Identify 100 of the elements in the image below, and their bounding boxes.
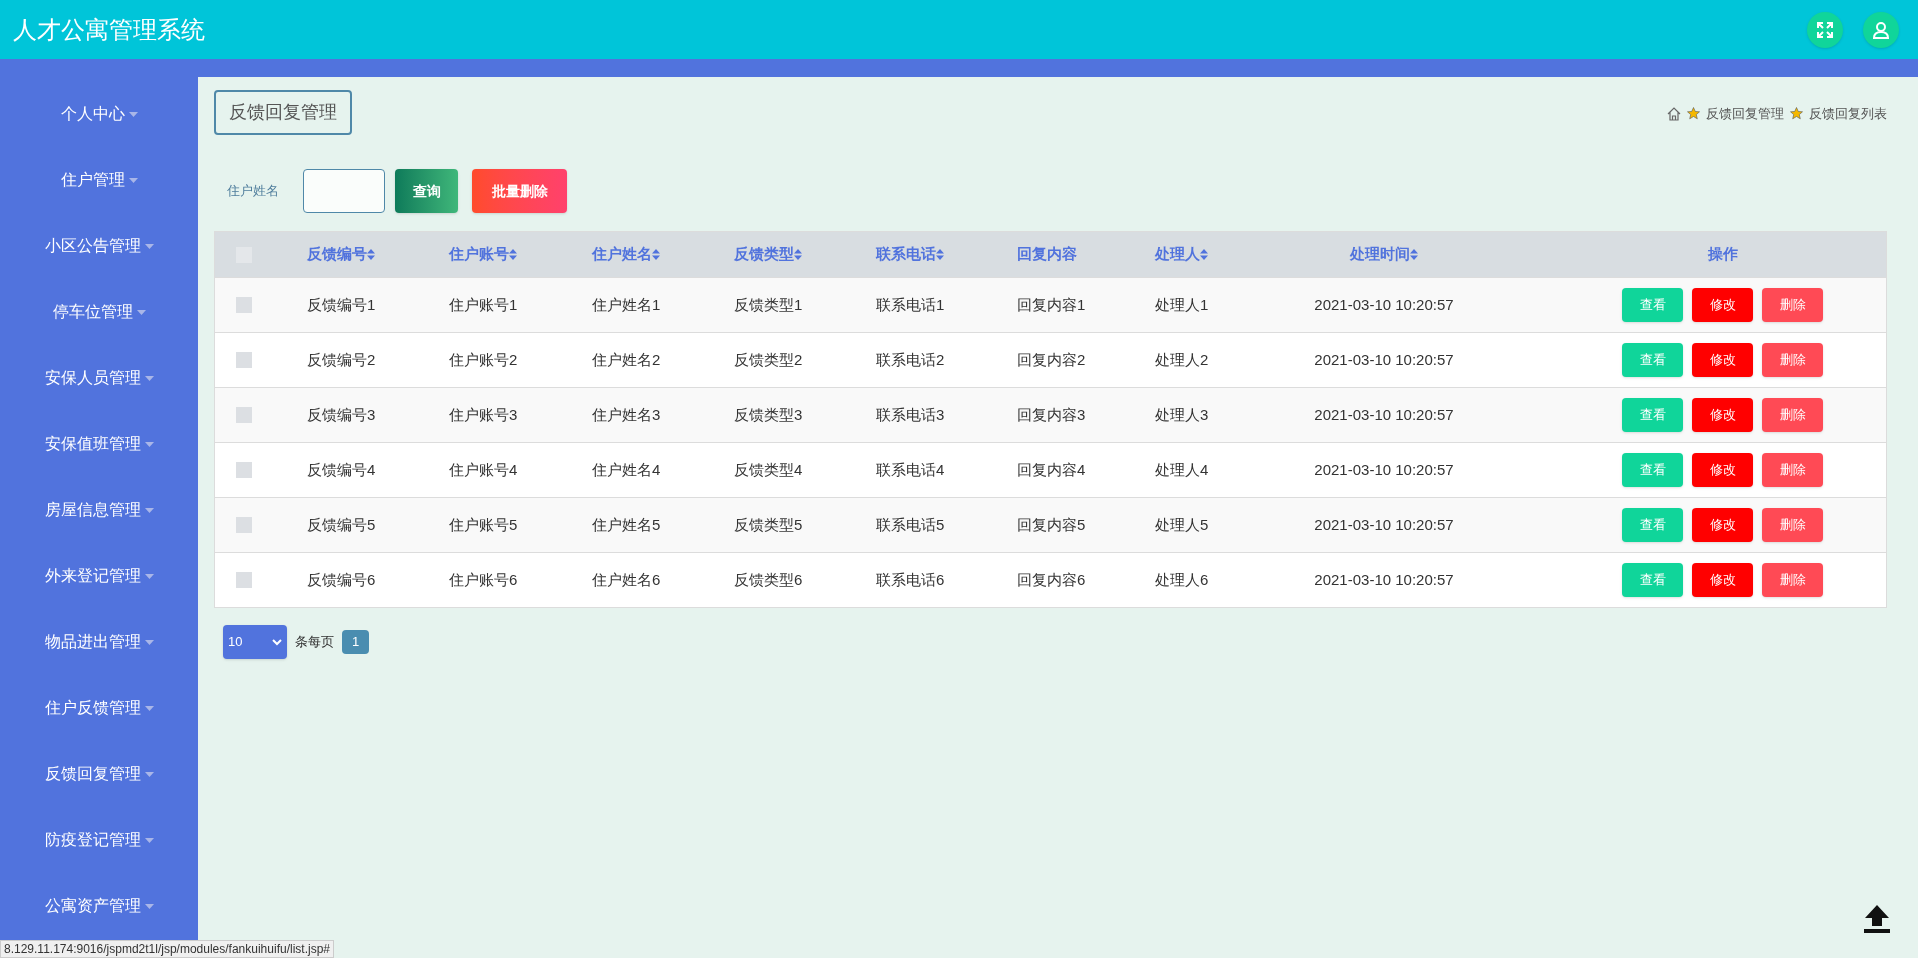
chevron-down-icon: [272, 638, 282, 646]
app-title: 人才公寓管理系统: [13, 14, 205, 45]
checkbox[interactable]: [236, 462, 252, 478]
sidebar-item[interactable]: 公寓资产管理: [0, 886, 198, 926]
caret-icon: [144, 441, 154, 447]
caret-icon: [128, 177, 138, 183]
breadcrumb-item[interactable]: 反馈回复管理: [1706, 104, 1784, 124]
edit-button[interactable]: 修改: [1692, 343, 1753, 377]
table-cell-text: 2021-03-10 10:20:57: [1314, 459, 1454, 480]
table-cell: 住户姓名1: [592, 296, 661, 313]
table-cell: 住户姓名4: [592, 461, 661, 478]
table-cell: 住户账号6: [449, 571, 518, 588]
caret-icon: [144, 771, 154, 777]
column-header[interactable]: 住户账号: [449, 243, 517, 266]
sort-icon: [794, 249, 802, 260]
column-header[interactable]: 住户姓名: [592, 243, 660, 266]
sidebar-item[interactable]: 住户管理: [0, 160, 198, 200]
table-cell: 反馈编号1: [307, 296, 376, 313]
sidebar-item[interactable]: 个人中心: [0, 94, 198, 134]
table-cell: 联系电话6: [876, 571, 945, 588]
status-url: 8.129.11.174:9016/jspmd2t1l/jsp/modules/fankuihuifu/list.jsp#: [0, 940, 334, 958]
edit-button[interactable]: 修改: [1692, 453, 1753, 487]
sidebar-item[interactable]: 小区公告管理: [0, 226, 198, 266]
sidebar-item[interactable]: 安保人员管理: [0, 358, 198, 398]
table-cell: 回复内容2: [1017, 351, 1086, 368]
delete-button[interactable]: 删除: [1762, 343, 1823, 377]
delete-button[interactable]: 删除: [1762, 398, 1823, 432]
fullscreen-button[interactable]: [1807, 11, 1843, 48]
table-cell: 联系电话2: [876, 351, 945, 368]
checkbox[interactable]: [236, 407, 252, 423]
checkbox[interactable]: [236, 517, 252, 533]
back-to-top-icon[interactable]: [1862, 903, 1892, 935]
edit-button[interactable]: 修改: [1692, 508, 1753, 542]
delete-button[interactable]: 删除: [1762, 508, 1823, 542]
user-icon: [1872, 20, 1890, 39]
edit-button[interactable]: 修改: [1692, 288, 1753, 322]
edit-button[interactable]: 修改: [1692, 398, 1753, 432]
sort-icon: [1410, 249, 1418, 260]
column-header[interactable]: 反馈编号: [307, 243, 375, 266]
caret-icon: [136, 309, 146, 315]
home-icon[interactable]: [1667, 106, 1681, 121]
table-cell: 处理人1: [1155, 296, 1209, 313]
column-header[interactable]: 联系电话: [876, 243, 944, 266]
checkbox[interactable]: [236, 297, 252, 313]
table-cell: 回复内容5: [1017, 516, 1086, 533]
column-header[interactable]: 处理时间: [1350, 243, 1418, 266]
table-cell: 住户姓名2: [592, 351, 661, 368]
table-cell: 住户账号1: [449, 296, 518, 313]
table-cell: 联系电话5: [876, 516, 945, 533]
caret-icon: [128, 111, 138, 117]
caret-icon: [144, 837, 154, 843]
table-cell: 处理人4: [1155, 461, 1209, 478]
table-cell: 回复内容3: [1017, 406, 1086, 423]
page-button[interactable]: 1: [342, 630, 369, 654]
table-cell: 反馈类型6: [734, 571, 803, 588]
table-cell: 反馈类型2: [734, 351, 803, 368]
sidebar-item[interactable]: 反馈回复管理: [0, 754, 198, 794]
sort-icon: [509, 249, 517, 260]
breadcrumb-item[interactable]: 反馈回复列表: [1809, 104, 1887, 124]
table-cell-text: 2021-03-10 10:20:57: [1314, 514, 1454, 535]
sidebar-item[interactable]: 外来登记管理: [0, 556, 198, 596]
page-size-select[interactable]: 10: [223, 625, 287, 659]
delete-button[interactable]: 删除: [1762, 453, 1823, 487]
table-cell-text: 2021-03-10 10:20:57: [1314, 294, 1454, 315]
column-header[interactable]: 处理人: [1155, 243, 1208, 266]
caret-icon: [144, 573, 154, 579]
caret-icon: [144, 375, 154, 381]
caret-icon: [144, 903, 154, 909]
table-cell: 处理人2: [1155, 351, 1209, 368]
sidebar-item[interactable]: 防疫登记管理: [0, 820, 198, 860]
table-cell-text: 2021-03-10 10:20:57: [1314, 569, 1454, 590]
delete-button[interactable]: 删除: [1762, 288, 1823, 322]
sidebar-item[interactable]: 停车位管理: [0, 292, 198, 332]
sidebar-item[interactable]: 安保值班管理: [0, 424, 198, 464]
search-button[interactable]: 查询: [395, 169, 458, 213]
search-field[interactable]: [303, 169, 385, 213]
sort-icon: [367, 249, 375, 260]
edit-button[interactable]: 修改: [1692, 563, 1753, 597]
column-header[interactable]: 反馈类型: [734, 243, 802, 266]
checkbox[interactable]: [236, 572, 252, 588]
delete-button[interactable]: 删除: [1762, 563, 1823, 597]
table-cell: 回复内容1: [1017, 296, 1086, 313]
sort-icon: [652, 249, 660, 260]
sidebar-item[interactable]: 住户反馈管理: [0, 688, 198, 728]
checkbox[interactable]: [236, 352, 252, 368]
sidebar-item[interactable]: 物品进出管理: [0, 622, 198, 662]
table-cell-text: 2021-03-10 10:20:57: [1314, 404, 1454, 425]
user-button[interactable]: [1863, 11, 1899, 48]
table-cell: 联系电话1: [876, 296, 945, 313]
table-cell: 住户账号4: [449, 461, 518, 478]
table-cell: 反馈编号3: [307, 406, 376, 423]
column-header: 回复内容: [1017, 244, 1077, 265]
table-cell: 反馈编号5: [307, 516, 376, 533]
column-header: 操作: [1707, 244, 1738, 265]
batch-delete-button[interactable]: 批量删除: [472, 169, 567, 213]
table-cell: 住户姓名3: [592, 406, 661, 423]
table-cell: 联系电话3: [876, 406, 945, 423]
table-cell: 反馈编号2: [307, 351, 376, 368]
sidebar-item[interactable]: 房屋信息管理: [0, 490, 198, 530]
table-cell: 回复内容6: [1017, 571, 1086, 588]
